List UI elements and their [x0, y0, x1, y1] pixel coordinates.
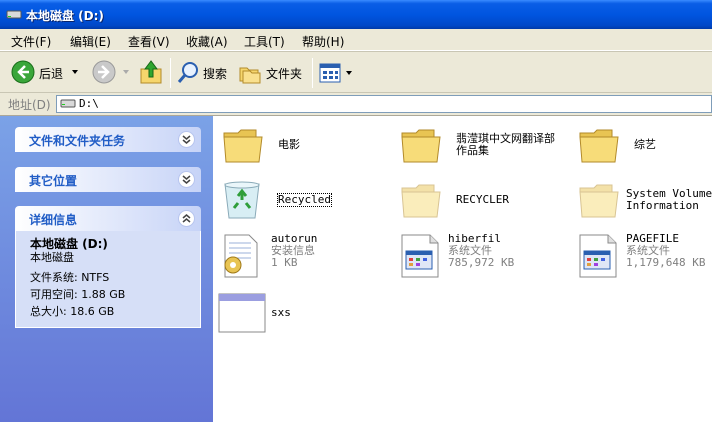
menu-edit[interactable]: 编辑(E) — [70, 33, 111, 50]
drive-icon — [6, 10, 22, 19]
address-bar: 地址(D) D:\ — [0, 93, 712, 116]
drive-name: 本地磁盘 (D:) — [30, 237, 108, 251]
toolbar-separator — [312, 58, 313, 88]
address-input[interactable]: D:\ — [56, 95, 712, 113]
forward-dropdown-icon[interactable] — [123, 70, 129, 74]
file-tasks-title: 文件和文件夹任务 — [29, 134, 126, 148]
item-name: 电影 — [278, 138, 300, 151]
total-size: 总大小: 18.6 GB — [30, 305, 115, 318]
folder-up-icon — [140, 60, 162, 84]
search-icon — [177, 62, 198, 83]
item-name: 综艺 — [634, 138, 656, 151]
other-places-header[interactable]: 其它位置 — [15, 167, 201, 192]
search-label: 搜索 — [203, 67, 228, 81]
item-size: 1 KB — [271, 256, 298, 269]
item-name: RECYCLER — [456, 193, 509, 206]
item-size: 1,179,648 KB — [626, 256, 706, 269]
folder-item[interactable]: 电影 — [222, 125, 392, 173]
views-icon — [319, 63, 341, 83]
back-arrow-icon — [11, 60, 35, 84]
other-places-panel: 其它位置 — [15, 167, 201, 192]
item-name-line2: Information — [626, 199, 699, 212]
folder-icon — [401, 129, 441, 163]
file-item[interactable]: hiberfil 系统文件 785,972 KB — [400, 233, 575, 281]
file-item[interactable]: autorun 安装信息 1 KB — [219, 233, 389, 281]
file-item[interactable]: PAGEFILE 系统文件 1,179,648 KB — [578, 233, 712, 281]
menu-file[interactable]: 文件(F) — [11, 33, 51, 50]
hidden-folder-icon — [579, 184, 619, 218]
file-tasks-panel: 文件和文件夹任务 — [15, 127, 201, 152]
drive-icon — [60, 99, 76, 108]
folder-item[interactable]: 综艺 — [578, 125, 708, 173]
menu-tools[interactable]: 工具(T) — [244, 33, 285, 50]
task-pane: 文件和文件夹任务 其它位置 详细信息 本地磁盘 (D:) 本地磁盘 文件系统: … — [0, 116, 213, 422]
menu-view[interactable]: 查看(V) — [128, 33, 170, 50]
details-title: 详细信息 — [29, 213, 78, 227]
folder-icon — [223, 129, 263, 163]
folders-button[interactable]: 文件夹 — [238, 59, 306, 87]
details-body: 本地磁盘 (D:) 本地磁盘 文件系统: NTFS 可用空间: 1.88 GB … — [15, 231, 201, 328]
folder-icon — [579, 129, 619, 163]
address-value: D:\ — [79, 97, 99, 110]
forward-arrow-icon — [92, 60, 116, 84]
setup-info-icon — [224, 234, 258, 278]
window-title: 本地磁盘 (D:) — [26, 9, 104, 23]
details-header[interactable]: 详细信息 — [15, 206, 201, 231]
explorer-window: 本地磁盘 (D:) 文件(F) 编辑(E) 查看(V) 收藏(A) 工具(T) … — [0, 0, 712, 422]
drive-type: 本地磁盘 — [30, 251, 74, 264]
back-button[interactable]: 后退 — [8, 59, 88, 87]
item-name: sxs — [271, 306, 291, 319]
hidden-folder-icon — [401, 184, 441, 218]
up-button[interactable] — [140, 59, 166, 87]
item-size: 785,972 KB — [448, 256, 515, 269]
menu-favorites[interactable]: 收藏(A) — [186, 33, 228, 50]
window-file-icon — [218, 293, 266, 333]
address-label: 地址(D) — [8, 98, 51, 112]
menu-bar: 文件(F) 编辑(E) 查看(V) 收藏(A) 工具(T) 帮助(H) — [0, 29, 712, 51]
title-bar[interactable]: 本地磁盘 (D:) — [0, 0, 712, 29]
item-name: Recycled — [277, 193, 332, 207]
chevron-down-icon[interactable] — [178, 131, 195, 148]
recycle-bin-icon — [224, 181, 260, 219]
back-dropdown-icon[interactable] — [72, 70, 78, 74]
toolbar-separator — [170, 58, 171, 88]
other-places-title: 其它位置 — [29, 174, 78, 188]
folders-label: 文件夹 — [266, 67, 303, 81]
views-button[interactable] — [318, 59, 354, 87]
forward-button[interactable] — [92, 59, 134, 87]
folder-item[interactable]: System Volume Information — [578, 180, 712, 226]
file-tasks-header[interactable]: 文件和文件夹任务 — [15, 127, 201, 152]
item-name-line2: 作品集 — [456, 144, 489, 157]
file-view: 电影 翡滢琪中文网翻译部 作品集 综艺 Recycled RECYCLER Sy… — [213, 116, 712, 422]
system-file-icon — [401, 234, 439, 278]
folders-icon — [239, 67, 261, 84]
folder-item[interactable]: 翡滢琪中文网翻译部 作品集 — [400, 125, 575, 173]
file-system: 文件系统: NTFS — [30, 271, 110, 284]
free-space: 可用空间: 1.88 GB — [30, 288, 126, 301]
recycle-item[interactable]: Recycled — [219, 178, 389, 226]
search-button[interactable]: 搜索 — [176, 59, 232, 87]
back-label: 后退 — [39, 67, 64, 81]
file-item[interactable]: sxs — [218, 291, 388, 337]
menu-help[interactable]: 帮助(H) — [302, 33, 344, 50]
details-panel: 详细信息 本地磁盘 (D:) 本地磁盘 文件系统: NTFS 可用空间: 1.8… — [15, 206, 201, 328]
system-file-icon — [579, 234, 617, 278]
chevron-down-icon[interactable] — [178, 171, 195, 188]
chevron-up-icon[interactable] — [178, 210, 195, 227]
folder-item[interactable]: RECYCLER — [400, 180, 575, 226]
toolbar: 后退 搜索 文件夹 — [0, 51, 712, 93]
views-dropdown-icon[interactable] — [346, 71, 352, 75]
